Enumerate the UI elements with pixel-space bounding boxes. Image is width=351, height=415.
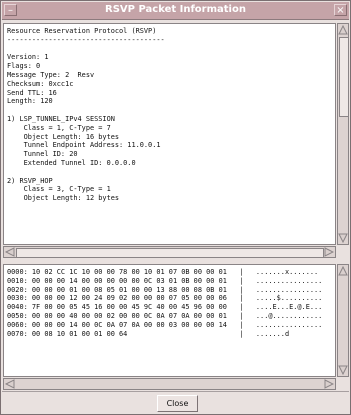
scroll-left-arrow-icon[interactable] xyxy=(5,379,15,389)
hex-horizontal-scrollbar[interactable] xyxy=(3,378,336,390)
hex-dump-row: 0050: 00 00 00 40 00 00 02 00 00 0C 0A 0… xyxy=(7,311,323,320)
packet-detail-line xyxy=(7,168,335,177)
window-title: RSVP Packet Information xyxy=(105,4,246,15)
packet-detail-line xyxy=(7,106,335,115)
packet-detail-line: Tunnel ID: 20 xyxy=(7,150,78,159)
packet-detail-line: Object Length: 16 bytes xyxy=(7,132,120,141)
scroll-right-arrow-icon[interactable] xyxy=(324,379,334,389)
packet-detail-line: Send TTL: 16 xyxy=(7,88,57,97)
hex-dump-row: 0040: 7F 00 00 05 45 16 00 00 45 9C 40 0… xyxy=(7,303,323,312)
hex-dump-text: 0000: 10 02 CC 1C 10 00 00 78 00 10 01 0… xyxy=(4,265,335,338)
scroll-up-arrow-icon[interactable] xyxy=(338,266,348,276)
button-separator xyxy=(2,391,349,392)
packet-details-pane[interactable]: Resource Reservation Protocol (RSVP) ----… xyxy=(3,23,336,245)
hex-dump-row: 0030: 00 00 00 12 00 24 09 02 00 00 00 0… xyxy=(7,294,323,303)
hex-dump-row: 0000: 10 02 CC 1C 10 00 00 78 00 10 01 0… xyxy=(7,268,319,276)
title-bar[interactable]: – RSVP Packet Information × xyxy=(2,2,349,20)
scroll-up-arrow-icon[interactable] xyxy=(338,25,348,35)
hex-dump-row: 0020: 00 00 00 01 00 08 05 01 00 00 13 8… xyxy=(7,285,323,294)
packet-detail-line: Class = 3, C-Type = 1 xyxy=(7,185,111,194)
packet-detail-line xyxy=(7,45,335,54)
packet-detail-line: Object Length: 12 bytes xyxy=(7,194,120,203)
details-vertical-scroll-thumb[interactable] xyxy=(339,37,349,117)
scroll-down-arrow-icon[interactable] xyxy=(338,365,348,375)
scroll-corner xyxy=(337,378,349,390)
packet-detail-line: Extended Tunnel ID: 0.0.0.0 xyxy=(7,158,136,167)
packet-detail-line: Message Type: 2 Resv xyxy=(7,70,95,79)
hex-dump-row: 0070: 00 08 10 01 00 01 00 64 | .......d xyxy=(7,329,290,338)
packet-detail-line: Checksum: 0xcc1c xyxy=(7,79,74,88)
packet-details-text: Resource Reservation Protocol (RSVP) ----… xyxy=(4,24,335,203)
scroll-right-arrow-icon[interactable] xyxy=(324,247,334,257)
rsvp-packet-info-window: – RSVP Packet Information × Resource Res… xyxy=(0,0,351,415)
hex-dump-row: 0060: 00 00 00 14 00 0C 0A 07 0A 00 00 0… xyxy=(7,320,323,329)
hex-dump-row: 0010: 00 00 00 14 00 00 00 00 00 0C 03 0… xyxy=(7,276,323,285)
scroll-corner xyxy=(337,246,349,258)
close-button[interactable]: Close xyxy=(157,395,198,412)
packet-detail-line: Class = 1, C-Type = 7 xyxy=(7,123,111,132)
scroll-down-arrow-icon[interactable] xyxy=(338,233,348,243)
close-icon[interactable]: × xyxy=(334,4,347,16)
packet-detail-line: 2) RSVP_HOP xyxy=(7,176,53,185)
details-horizontal-scrollbar[interactable] xyxy=(3,246,336,258)
packet-detail-line: Resource Reservation Protocol (RSVP) xyxy=(7,27,157,35)
hex-vertical-scrollbar[interactable] xyxy=(337,264,349,377)
packet-detail-line: Version: 1 xyxy=(7,53,49,62)
packet-detail-line: Flags: 0 xyxy=(7,62,41,71)
packet-detail-line: -------------------------------------- xyxy=(7,35,165,44)
packet-detail-line: Length: 120 xyxy=(7,97,53,106)
details-vertical-scrollbar[interactable] xyxy=(337,23,349,245)
details-horizontal-scroll-thumb[interactable] xyxy=(16,248,324,258)
scroll-left-arrow-icon[interactable] xyxy=(5,247,15,257)
hex-dump-pane[interactable]: 0000: 10 02 CC 1C 10 00 00 78 00 10 01 0… xyxy=(3,264,336,377)
packet-detail-line: 1) LSP_TUNNEL_IPv4 SESSION xyxy=(7,114,115,123)
packet-detail-line: Tunnel Endpoint Address: 11.0.0.1 xyxy=(7,141,161,150)
